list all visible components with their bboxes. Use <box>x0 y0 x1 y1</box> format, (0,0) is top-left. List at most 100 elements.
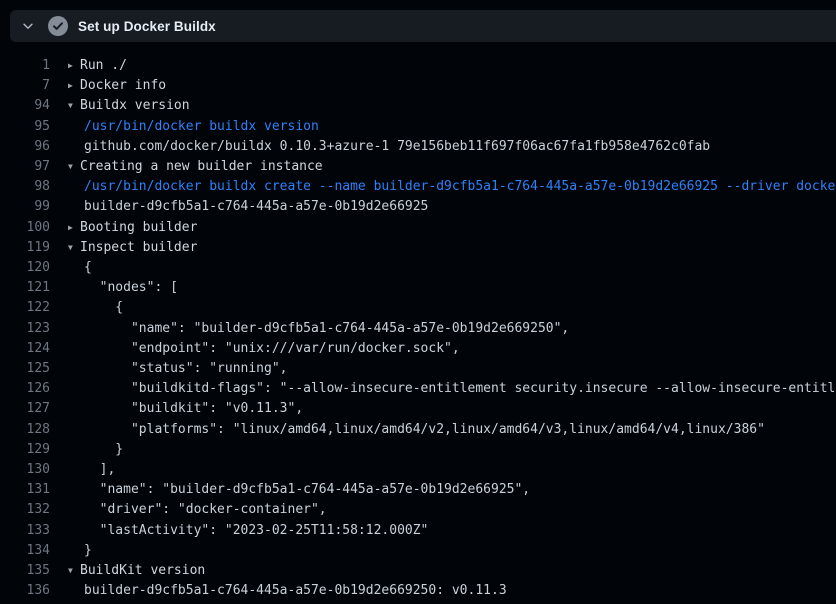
line-content: "buildkit": "v0.11.3", <box>68 399 303 419</box>
line-content: { <box>68 298 123 318</box>
log-group-header[interactable]: ▼Buildx version <box>68 96 190 116</box>
line-number[interactable]: 96 <box>0 137 50 157</box>
line-number[interactable]: 124 <box>0 339 50 359</box>
log-line: 100 ▶Booting builder <box>0 218 836 238</box>
line-content: "platforms": "linux/amd64,linux/amd64/v2… <box>68 420 765 440</box>
line-number[interactable]: 136 <box>0 581 50 601</box>
log-line: 124 "endpoint": "unix:///var/run/docker.… <box>0 339 836 359</box>
line-content: github.com/docker/buildx 0.10.3+azure-1 … <box>68 137 710 157</box>
line-number[interactable]: 123 <box>0 319 50 339</box>
line-number[interactable]: 98 <box>0 177 50 197</box>
line-number[interactable]: 95 <box>0 117 50 137</box>
line-number[interactable]: 129 <box>0 440 50 460</box>
line-number[interactable]: 99 <box>0 197 50 217</box>
triangle-down-icon[interactable]: ▼ <box>68 157 80 177</box>
triangle-right-icon[interactable]: ▶ <box>68 76 80 96</box>
line-content: "buildkitd-flags": "--allow-insecure-ent… <box>68 379 836 399</box>
triangle-right-icon[interactable]: ▶ <box>68 218 80 238</box>
log-line: 99 builder-d9cfb5a1-c764-445a-a57e-0b19d… <box>0 197 836 217</box>
line-number[interactable]: 134 <box>0 541 50 561</box>
log-line: 98 /usr/bin/docker buildx create --name … <box>0 177 836 197</box>
line-number[interactable]: 132 <box>0 500 50 520</box>
log-line: 125 "status": "running", <box>0 359 836 379</box>
log-line: 130 ], <box>0 460 836 480</box>
log-group-header[interactable]: ▼Inspect builder <box>68 238 197 258</box>
line-content: "endpoint": "unix:///var/run/docker.sock… <box>68 339 460 359</box>
triangle-down-icon[interactable]: ▼ <box>68 238 80 258</box>
line-content: "driver": "docker-container", <box>68 500 327 520</box>
line-number[interactable]: 133 <box>0 521 50 541</box>
line-content: ], <box>68 460 115 480</box>
log-group-header[interactable]: ▶Docker info <box>68 76 166 96</box>
log-line: 129 } <box>0 440 836 460</box>
line-content: /usr/bin/docker buildx create --name bui… <box>68 177 836 197</box>
group-label: Docker info <box>80 78 166 93</box>
log-line: 128 "platforms": "linux/amd64,linux/amd6… <box>0 420 836 440</box>
group-label: Creating a new builder instance <box>80 159 323 174</box>
chevron-down-icon[interactable] <box>20 18 36 34</box>
triangle-down-icon[interactable]: ▼ <box>68 96 80 116</box>
step-title: Set up Docker Buildx <box>78 19 216 34</box>
line-number[interactable]: 130 <box>0 460 50 480</box>
line-number[interactable]: 100 <box>0 218 50 238</box>
log-line: 95 /usr/bin/docker buildx version <box>0 117 836 137</box>
log-line: 1 ▶Run ./ <box>0 56 836 76</box>
log-line: 127 "buildkit": "v0.11.3", <box>0 399 836 419</box>
line-number[interactable]: 127 <box>0 399 50 419</box>
line-content: /usr/bin/docker buildx version <box>68 117 319 137</box>
log-line: 121 "nodes": [ <box>0 278 836 298</box>
line-content: "name": "builder-d9cfb5a1-c764-445a-a57e… <box>68 319 569 339</box>
log-line: 131 "name": "builder-d9cfb5a1-c764-445a-… <box>0 480 836 500</box>
triangle-down-icon[interactable]: ▼ <box>68 561 80 581</box>
log-line: 96 github.com/docker/buildx 0.10.3+azure… <box>0 137 836 157</box>
line-number[interactable]: 126 <box>0 379 50 399</box>
log-line: 135 ▼BuildKit version <box>0 561 836 581</box>
line-number[interactable]: 135 <box>0 561 50 581</box>
line-number[interactable]: 120 <box>0 258 50 278</box>
line-content: builder-d9cfb5a1-c764-445a-a57e-0b19d2e6… <box>68 581 507 601</box>
log-lines: 1 ▶Run ./ 7 ▶Docker info 94 ▼Buildx vers… <box>0 42 836 601</box>
log-group-header[interactable]: ▶Run ./ <box>68 56 127 76</box>
line-number[interactable]: 121 <box>0 278 50 298</box>
log-line: 119 ▼Inspect builder <box>0 238 836 258</box>
line-content: { <box>68 258 92 278</box>
log-line: 94 ▼Buildx version <box>0 96 836 116</box>
group-label: BuildKit version <box>80 563 205 578</box>
log-group-header[interactable]: ▼Creating a new builder instance <box>68 157 323 177</box>
group-label: Booting builder <box>80 220 197 235</box>
line-content: builder-d9cfb5a1-c764-445a-a57e-0b19d2e6… <box>68 197 428 217</box>
log-line: 133 "lastActivity": "2023-02-25T11:58:12… <box>0 521 836 541</box>
log-line: 122 { <box>0 298 836 318</box>
log-line: 126 "buildkitd-flags": "--allow-insecure… <box>0 379 836 399</box>
log-line: 134 } <box>0 541 836 561</box>
line-content: "lastActivity": "2023-02-25T11:58:12.000… <box>68 521 428 541</box>
group-label: Buildx version <box>80 98 190 113</box>
line-number[interactable]: 122 <box>0 298 50 318</box>
log-group-header[interactable]: ▼BuildKit version <box>68 561 205 581</box>
log-line: 120 { <box>0 258 836 278</box>
log-group-header[interactable]: ▶Booting builder <box>68 218 197 238</box>
line-number[interactable]: 119 <box>0 238 50 258</box>
line-content: "name": "builder-d9cfb5a1-c764-445a-a57e… <box>68 480 530 500</box>
check-circle-icon <box>48 16 68 36</box>
group-label: Inspect builder <box>80 240 197 255</box>
log-line: 136 builder-d9cfb5a1-c764-445a-a57e-0b19… <box>0 581 836 601</box>
log-line: 7 ▶Docker info <box>0 76 836 96</box>
line-content: } <box>68 440 123 460</box>
line-number[interactable]: 1 <box>0 56 50 76</box>
line-content: "status": "running", <box>68 359 288 379</box>
log-line: 123 "name": "builder-d9cfb5a1-c764-445a-… <box>0 319 836 339</box>
line-number[interactable]: 128 <box>0 420 50 440</box>
line-number[interactable]: 125 <box>0 359 50 379</box>
log-line: 97 ▼Creating a new builder instance <box>0 157 836 177</box>
line-content: "nodes": [ <box>68 278 178 298</box>
step-header[interactable]: Set up Docker Buildx <box>10 10 836 42</box>
group-label: Run ./ <box>80 58 127 73</box>
line-content: } <box>68 541 92 561</box>
line-number[interactable]: 131 <box>0 480 50 500</box>
log-line: 132 "driver": "docker-container", <box>0 500 836 520</box>
triangle-right-icon[interactable]: ▶ <box>68 56 80 76</box>
line-number[interactable]: 7 <box>0 76 50 96</box>
line-number[interactable]: 94 <box>0 96 50 116</box>
line-number[interactable]: 97 <box>0 157 50 177</box>
